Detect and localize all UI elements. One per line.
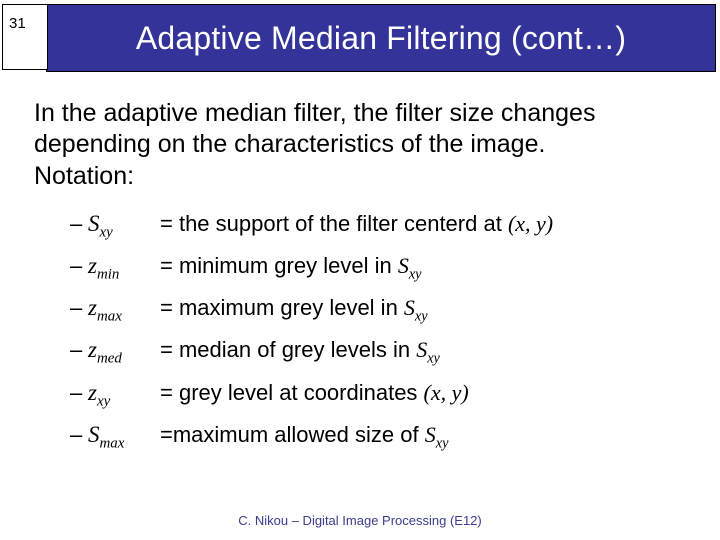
list-item: – zmax = maximum grey level in Sxy — [70, 294, 694, 326]
symbol-zmin: zmin — [88, 252, 160, 284]
title-bar: Adaptive Median Filtering (cont…) — [46, 4, 716, 72]
definition-list: – Sxy = the support of the filter center… — [70, 210, 694, 454]
definition-text: = the support of the filter centerd at (… — [160, 210, 694, 238]
definition-text: = median of grey levels in Sxy — [160, 336, 694, 368]
definition-text: = grey level at coordinates (x, y) — [160, 379, 694, 407]
list-item: – Sxy = the support of the filter center… — [70, 210, 694, 242]
coord-xy: (x, y) — [424, 380, 469, 405]
list-item: – Smax =maximum allowed size of Sxy — [70, 421, 694, 453]
list-item: – zxy = grey level at coordinates (x, y) — [70, 379, 694, 411]
definition-text: =maximum allowed size of Sxy — [160, 421, 694, 453]
footer-text: C. Nikou – Digital Image Processing (E12… — [0, 513, 720, 528]
ref-sxy: Sxy — [425, 422, 449, 447]
slide-body: In the adaptive median filter, the filte… — [34, 98, 694, 463]
symbol-zxy: zxy — [88, 379, 160, 411]
definition-text: = minimum grey level in Sxy — [160, 252, 694, 284]
intro-text: In the adaptive median filter, the filte… — [34, 98, 694, 159]
ref-sxy: Sxy — [416, 337, 440, 362]
bullet-dash: – — [70, 336, 88, 364]
symbol-sxy: Sxy — [88, 210, 160, 242]
symbol-smax: Smax — [88, 421, 160, 453]
ref-sxy: Sxy — [398, 253, 422, 278]
coord-xy: (x, y) — [508, 211, 553, 236]
definition-text: = maximum grey level in Sxy — [160, 294, 694, 326]
symbol-zmed: zmed — [88, 336, 160, 368]
list-item: – zmin = minimum grey level in Sxy — [70, 252, 694, 284]
slide-title: Adaptive Median Filtering (cont…) — [47, 20, 715, 57]
bullet-dash: – — [70, 421, 88, 449]
bullet-dash: – — [70, 210, 88, 238]
page-number: 31 — [9, 15, 26, 32]
bullet-dash: – — [70, 252, 88, 280]
page-number-box: 31 — [2, 4, 48, 70]
notation-label: Notation: — [34, 161, 694, 192]
list-item: – zmed = median of grey levels in Sxy — [70, 336, 694, 368]
symbol-zmax: zmax — [88, 294, 160, 326]
ref-sxy: Sxy — [404, 295, 428, 320]
bullet-dash: – — [70, 379, 88, 407]
bullet-dash: – — [70, 294, 88, 322]
slide: Adaptive Median Filtering (cont…) 31 In … — [0, 0, 720, 540]
